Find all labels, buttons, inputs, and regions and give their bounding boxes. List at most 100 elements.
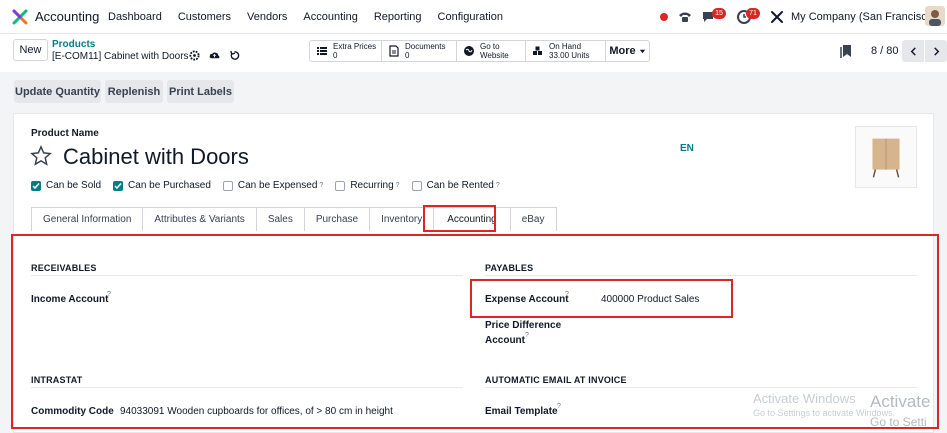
on-hand-value: 33.00 Units [549,51,590,60]
menu-reporting[interactable]: Reporting [374,11,422,23]
pager-next-button[interactable] [925,40,947,62]
breadcrumb-products[interactable]: Products [52,39,95,50]
cabinet-image [872,138,900,178]
price-difference-label: Price Difference [485,320,562,331]
documents-label: Documents [405,42,446,51]
document-icon [389,45,399,57]
print-labels-button[interactable]: Print Labels [167,80,234,103]
payables-title: PAYABLES [485,263,534,273]
automatic-email-title: AUTOMATIC EMAIL AT INVOICE [485,375,627,385]
cloud-upload-icon[interactable] [209,50,220,61]
intrastat-title: INTRASTAT [31,375,83,385]
tab-general-information[interactable]: General Information [31,207,144,231]
income-account-label: Income Account [31,294,109,305]
can-be-rented-label: Can be Rented [426,180,494,191]
payables-divider [485,275,917,276]
more-label: More [609,45,636,57]
user-avatar[interactable] [925,6,945,26]
help-tooltip-icon[interactable]: ? [525,332,529,339]
email-template-label: Email Template [485,406,558,417]
bookmark-icon[interactable] [840,44,852,58]
help-tooltip-icon[interactable]: ? [496,182,500,189]
app-name[interactable]: Accounting [35,9,99,24]
checked-icon [113,180,124,191]
commodity-code-input[interactable]: 94033091 Wooden cupboards for offices, o… [120,406,393,417]
chevron-right-icon [933,46,939,56]
status-dot-icon[interactable] [660,13,668,21]
help-tooltip-icon[interactable]: ? [557,403,561,410]
can-be-expensed-label: Can be Expensed [237,180,318,191]
go-to-label: Go to [480,42,500,51]
on-hand-label: On Hand [549,42,582,51]
documents-button[interactable]: Documents 0 [381,40,457,62]
cubes-icon [533,46,542,55]
record-actions [189,50,240,61]
pager-previous-button[interactable] [902,40,924,62]
accounting-app-icon[interactable] [12,9,28,25]
can-be-purchased-checkbox[interactable]: Can be Purchased [113,180,211,191]
tab-sales[interactable]: Sales [255,207,305,231]
tab-ebay[interactable]: eBay [509,207,557,231]
menu-customers[interactable]: Customers [178,11,231,23]
menu-configuration[interactable]: Configuration [438,11,503,23]
unchecked-icon [411,180,422,191]
activity-badge: 71 [746,8,760,19]
caret-down-icon [639,49,645,53]
receivables-title: RECEIVABLES [31,263,97,273]
chevron-left-icon [910,46,916,56]
menu-accounting[interactable]: Accounting [303,11,357,23]
language-button[interactable]: EN [680,143,694,154]
product-flags: Can be Sold Can be Purchased Can be Expe… [31,180,512,191]
new-button[interactable]: New [13,39,48,61]
help-tooltip-icon[interactable]: ? [396,182,400,189]
extra-prices-value: 0 [333,51,338,60]
unchecked-icon [222,180,233,191]
tools-icon[interactable] [769,9,785,25]
on-hand-button[interactable]: On Hand 33.00 Units [525,40,606,62]
favorite-star-icon[interactable] [30,145,52,167]
commodity-code-label: Commodity Code [31,406,114,417]
product-image[interactable] [855,126,917,188]
website-label: Website [480,51,509,60]
can-be-sold-checkbox[interactable]: Can be Sold [31,180,101,191]
help-tooltip-icon[interactable]: ? [319,182,323,189]
go-to-website-button[interactable]: Go to Website [456,40,526,62]
extra-prices-button[interactable]: Extra Prices 0 [309,40,382,62]
can-be-expensed-checkbox[interactable]: Can be Expensed ? [222,180,323,191]
list-icon [317,47,327,55]
intrastat-divider [31,387,463,388]
phone-icon[interactable] [677,9,693,25]
chat-badge: 15 [712,8,726,19]
activation-watermark-front-sub: Go to Setti [870,415,927,429]
automatic-email-divider [485,387,917,388]
help-tooltip-icon[interactable]: ? [107,291,111,298]
discard-icon[interactable] [229,50,240,61]
price-difference-label-line2: Account [485,335,525,346]
tab-attributes-variants[interactable]: Attributes & Variants [142,207,257,231]
unchecked-icon [335,180,346,191]
breadcrumb-current: [E-COM11] Cabinet with Doors [52,51,189,62]
recurring-checkbox[interactable]: Recurring ? [335,180,400,191]
update-quantity-button[interactable]: Update Quantity [14,80,101,103]
top-navbar: Accounting Dashboard Customers Vendors A… [0,0,947,34]
can-be-purchased-label: Can be Purchased [128,180,211,191]
tab-purchase[interactable]: Purchase [303,207,371,231]
pager-value[interactable]: 8 / 80 [871,45,899,57]
more-button[interactable]: More [605,40,650,62]
company-switcher[interactable]: My Company (San Francisco) [791,11,937,23]
can-be-sold-label: Can be Sold [46,180,102,191]
checked-icon [31,180,41,191]
activation-watermark-front: Activate [870,392,931,411]
can-be-rented-checkbox[interactable]: Can be Rented ? [411,180,500,191]
expense-account-highlight [470,279,733,318]
product-name-label: Product Name [31,128,99,139]
menu-vendors[interactable]: Vendors [247,11,287,23]
recurring-label: Recurring [350,180,394,191]
extra-prices-label: Extra Prices [333,42,377,51]
gear-icon[interactable] [189,50,200,61]
documents-value: 0 [405,51,410,60]
globe-icon [464,46,474,56]
product-name[interactable]: Cabinet with Doors [63,144,249,170]
replenish-button[interactable]: Replenish [105,80,163,103]
menu-dashboard[interactable]: Dashboard [108,11,162,23]
